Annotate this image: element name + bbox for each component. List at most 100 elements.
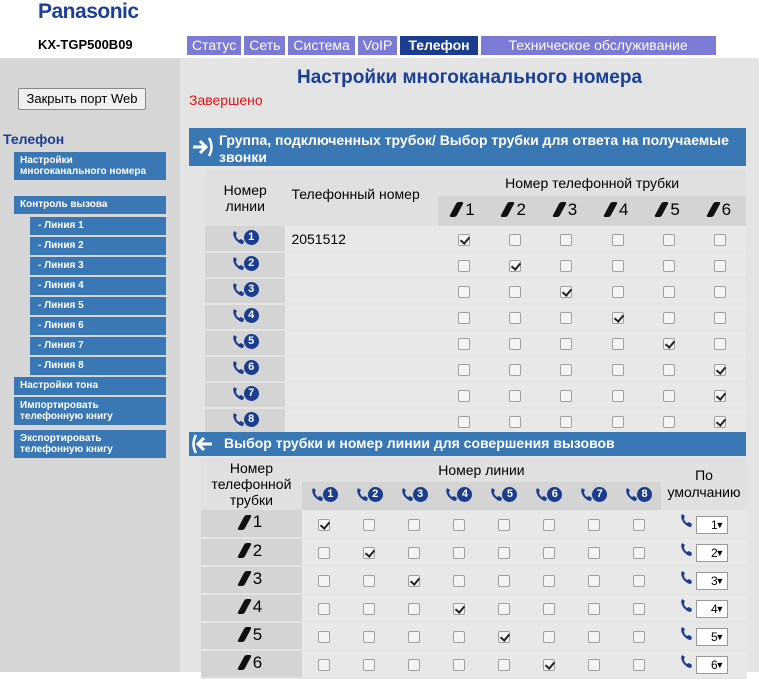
make-call-checkbox[interactable] bbox=[408, 547, 421, 560]
receive-checkbox[interactable] bbox=[611, 312, 624, 325]
receive-checkbox[interactable] bbox=[714, 260, 727, 273]
tab-telephone[interactable]: Телефон bbox=[400, 36, 478, 55]
receive-checkbox[interactable] bbox=[611, 390, 624, 403]
make-call-checkbox[interactable] bbox=[587, 575, 600, 588]
sidebar-item-line-6[interactable]: - Линия 6 bbox=[30, 317, 166, 335]
receive-checkbox[interactable] bbox=[509, 260, 522, 273]
receive-checkbox[interactable] bbox=[560, 233, 573, 246]
make-call-checkbox[interactable] bbox=[497, 518, 510, 531]
make-call-checkbox[interactable] bbox=[452, 575, 465, 588]
make-call-checkbox[interactable] bbox=[632, 575, 645, 588]
make-call-checkbox[interactable] bbox=[363, 631, 376, 644]
receive-checkbox[interactable] bbox=[663, 286, 676, 299]
receive-checkbox[interactable] bbox=[663, 260, 676, 273]
close-web-port-button[interactable]: Закрыть порт Web bbox=[18, 88, 146, 110]
receive-checkbox[interactable] bbox=[663, 338, 676, 351]
make-call-checkbox[interactable] bbox=[542, 518, 555, 531]
make-call-checkbox[interactable] bbox=[632, 547, 645, 560]
tab-voip[interactable]: VoIP bbox=[357, 36, 398, 55]
tab-network[interactable]: Сеть bbox=[244, 36, 286, 55]
receive-checkbox[interactable] bbox=[457, 338, 470, 351]
sidebar-item-line-5[interactable]: - Линия 5 bbox=[30, 297, 166, 315]
receive-checkbox[interactable] bbox=[457, 364, 470, 377]
receive-checkbox[interactable] bbox=[509, 390, 522, 403]
receive-checkbox[interactable] bbox=[457, 286, 470, 299]
make-call-checkbox[interactable] bbox=[497, 603, 510, 616]
tab-status[interactable]: Статус bbox=[187, 36, 242, 55]
receive-checkbox[interactable] bbox=[560, 364, 573, 377]
receive-checkbox[interactable] bbox=[560, 338, 573, 351]
receive-checkbox[interactable] bbox=[509, 364, 522, 377]
sidebar-item-line-8[interactable]: - Линия 8 bbox=[30, 357, 166, 375]
receive-checkbox[interactable] bbox=[663, 416, 676, 429]
make-call-checkbox[interactable] bbox=[587, 603, 600, 616]
make-call-checkbox[interactable] bbox=[632, 518, 645, 531]
receive-checkbox[interactable] bbox=[509, 233, 522, 246]
make-call-checkbox[interactable] bbox=[632, 631, 645, 644]
make-call-checkbox[interactable] bbox=[318, 518, 331, 531]
make-call-checkbox[interactable] bbox=[542, 631, 555, 644]
receive-checkbox[interactable] bbox=[663, 233, 676, 246]
receive-checkbox[interactable] bbox=[457, 312, 470, 325]
make-call-checkbox[interactable] bbox=[587, 659, 600, 672]
tab-system[interactable]: Система bbox=[288, 36, 355, 55]
make-call-checkbox[interactable] bbox=[408, 631, 421, 644]
receive-checkbox[interactable] bbox=[560, 260, 573, 273]
make-call-checkbox[interactable] bbox=[632, 659, 645, 672]
receive-checkbox[interactable] bbox=[714, 338, 727, 351]
sidebar-item-line-4[interactable]: - Линия 4 bbox=[30, 277, 166, 295]
make-call-checkbox[interactable] bbox=[452, 518, 465, 531]
make-call-checkbox[interactable] bbox=[318, 575, 331, 588]
receive-checkbox[interactable] bbox=[611, 233, 624, 246]
make-call-checkbox[interactable] bbox=[408, 603, 421, 616]
receive-checkbox[interactable] bbox=[611, 416, 624, 429]
sidebar-item-tone-settings[interactable]: Настройки тона bbox=[14, 377, 166, 395]
make-call-checkbox[interactable] bbox=[497, 659, 510, 672]
make-call-checkbox[interactable] bbox=[452, 659, 465, 672]
receive-checkbox[interactable] bbox=[663, 364, 676, 377]
sidebar-item-line-2[interactable]: - Линия 2 bbox=[30, 237, 166, 255]
receive-checkbox[interactable] bbox=[457, 390, 470, 403]
make-call-checkbox[interactable] bbox=[587, 631, 600, 644]
make-call-checkbox[interactable] bbox=[363, 518, 376, 531]
receive-checkbox[interactable] bbox=[457, 416, 470, 429]
default-line-select[interactable]: 4 bbox=[696, 600, 729, 619]
make-call-checkbox[interactable] bbox=[497, 631, 510, 644]
make-call-checkbox[interactable] bbox=[542, 575, 555, 588]
make-call-checkbox[interactable] bbox=[587, 547, 600, 560]
sidebar-item-line-1[interactable]: - Линия 1 bbox=[30, 217, 166, 235]
sidebar-item-line-7[interactable]: - Линия 7 bbox=[30, 337, 166, 355]
tab-maintenance[interactable]: Техническое обслуживание bbox=[480, 36, 716, 55]
make-call-checkbox[interactable] bbox=[632, 603, 645, 616]
receive-checkbox[interactable] bbox=[714, 416, 727, 429]
receive-checkbox[interactable] bbox=[663, 390, 676, 403]
make-call-checkbox[interactable] bbox=[363, 603, 376, 616]
make-call-checkbox[interactable] bbox=[363, 547, 376, 560]
make-call-checkbox[interactable] bbox=[318, 631, 331, 644]
default-line-select[interactable]: 1 bbox=[696, 515, 729, 534]
sidebar-item-import-phonebook[interactable]: Импортировать телефонную книгу bbox=[14, 397, 166, 425]
make-call-checkbox[interactable] bbox=[542, 603, 555, 616]
receive-checkbox[interactable] bbox=[509, 338, 522, 351]
make-call-checkbox[interactable] bbox=[408, 518, 421, 531]
default-line-select[interactable]: 5 bbox=[696, 628, 729, 647]
sidebar-item-export-phonebook[interactable]: Экспортировать телефонную книгу bbox=[14, 430, 166, 458]
default-line-select[interactable]: 2 bbox=[696, 544, 729, 563]
sidebar-item-multi-number[interactable]: Настройки многоканального номера bbox=[14, 152, 166, 180]
make-call-checkbox[interactable] bbox=[497, 575, 510, 588]
receive-checkbox[interactable] bbox=[560, 390, 573, 403]
sidebar-item-line-3[interactable]: - Линия 3 bbox=[30, 257, 166, 275]
make-call-checkbox[interactable] bbox=[318, 547, 331, 560]
make-call-checkbox[interactable] bbox=[408, 659, 421, 672]
receive-checkbox[interactable] bbox=[714, 286, 727, 299]
receive-checkbox[interactable] bbox=[714, 233, 727, 246]
receive-checkbox[interactable] bbox=[611, 338, 624, 351]
make-call-checkbox[interactable] bbox=[542, 547, 555, 560]
receive-checkbox[interactable] bbox=[714, 390, 727, 403]
make-call-checkbox[interactable] bbox=[318, 659, 331, 672]
make-call-checkbox[interactable] bbox=[363, 659, 376, 672]
make-call-checkbox[interactable] bbox=[318, 603, 331, 616]
receive-checkbox[interactable] bbox=[509, 312, 522, 325]
receive-checkbox[interactable] bbox=[663, 312, 676, 325]
make-call-checkbox[interactable] bbox=[542, 659, 555, 672]
